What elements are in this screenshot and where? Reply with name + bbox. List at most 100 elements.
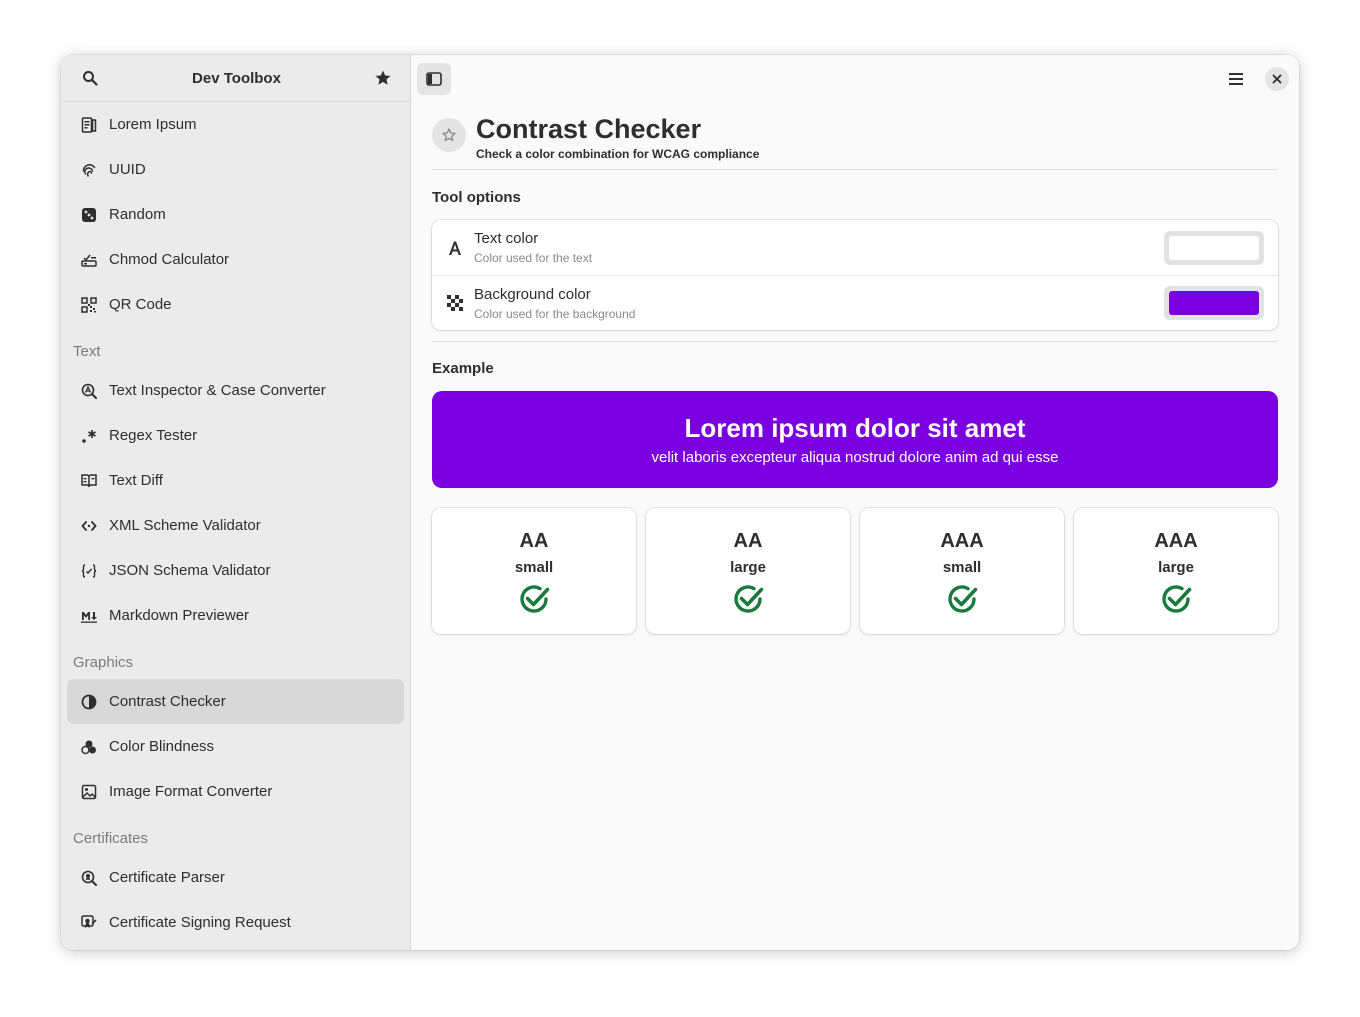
wcag-result-card: AA small: [432, 508, 636, 634]
favorite-tool-button[interactable]: [432, 118, 466, 152]
check-circle-icon: [517, 582, 551, 616]
qr-code-icon: [80, 296, 98, 314]
star-icon: [375, 70, 391, 85]
background-color-swatch: [1169, 291, 1259, 315]
contrast-icon: [80, 693, 98, 711]
text-color-button[interactable]: [1164, 230, 1264, 265]
example-subtitle: velit laboris excepteur aliqua nostrud d…: [651, 449, 1059, 466]
page-subtitle: Check a color combination for WCAG compl…: [476, 147, 760, 161]
sidebar-item-color-blindness[interactable]: Color Blindness: [67, 724, 404, 769]
sidebar-list: Lorem Ipsum UUID Random Chmod Calculator QR …: [61, 102, 410, 945]
tool-options-card: Text color Color used for the text Backg…: [432, 220, 1278, 330]
wcag-text-size: large: [730, 559, 766, 576]
sidebar-item-label: JSON Schema Validator: [109, 562, 271, 579]
permissions-icon: [80, 251, 98, 269]
main-header: [411, 55, 1299, 102]
check-circle-icon: [1159, 582, 1193, 616]
sidebar-toggle-icon: [426, 71, 442, 86]
sidebar-item-label: Markdown Previewer: [109, 607, 250, 624]
sidebar-section-text: Text: [73, 343, 101, 360]
tool-content: Contrast Checker Check a color combinati…: [411, 102, 1299, 634]
background-color-subtitle: Color used for the background: [474, 306, 636, 321]
sidebar-item-markdown-previewer[interactable]: Markdown Previewer: [67, 593, 404, 638]
sidebar-item-label: Certificate Signing Request: [109, 914, 291, 931]
page-title: Contrast Checker: [476, 114, 702, 144]
sidebar-item-chmod-calculator[interactable]: Chmod Calculator: [67, 237, 404, 282]
fingerprint-icon: [80, 161, 98, 179]
close-window-button[interactable]: [1265, 66, 1289, 91]
sidebar-item-regex-tester[interactable]: Regex Tester: [67, 413, 404, 458]
sidebar-item-lorem-ipsum[interactable]: Lorem Ipsum: [67, 102, 404, 147]
sidebar-item-certificate-signing-request[interactable]: Certificate Signing Request: [67, 900, 404, 945]
sidebar-item-contrast-checker[interactable]: Contrast Checker: [67, 679, 404, 724]
sidebar-toggle-button[interactable]: [417, 62, 451, 95]
wcag-level: AAA: [1154, 530, 1198, 552]
color-circles-icon: [80, 738, 98, 756]
sidebar-item-label: Image Format Converter: [109, 783, 273, 800]
search-button[interactable]: [75, 63, 105, 93]
app-title: Dev Toolbox: [192, 69, 281, 87]
json-braces-icon: [80, 562, 98, 580]
main-pane: Contrast Checker Check a color combinati…: [411, 55, 1299, 950]
background-color-button[interactable]: [1164, 286, 1264, 320]
sidebar-item-text-inspector-case-converter[interactable]: Text Inspector & Case Converter: [67, 368, 404, 413]
wcag-result-card: AAA large: [1074, 508, 1278, 634]
sidebar-item-uuid[interactable]: UUID: [67, 147, 404, 192]
sidebar-item-label: Contrast Checker: [109, 693, 226, 710]
wcag-level: AA: [733, 530, 763, 552]
background-color-title: Background color: [474, 285, 591, 303]
text-color-swatch: [1169, 235, 1259, 260]
wcag-text-size: small: [514, 559, 554, 576]
sidebar-item-qr-code[interactable]: QR Code: [67, 282, 404, 327]
certificate-sign-icon: [80, 914, 98, 932]
example-label: Example: [432, 360, 494, 377]
text-color-row: Text color Color used for the text: [432, 220, 1278, 275]
text-search-icon: [80, 382, 98, 400]
book-diff-icon: [80, 472, 98, 490]
sidebar-item-label: XML Scheme Validator: [109, 517, 261, 534]
text-color-subtitle: Color used for the text: [474, 251, 593, 265]
main-menu-button[interactable]: [1221, 64, 1251, 94]
sidebar-section-graphics: Graphics: [73, 654, 134, 671]
sidebar-item-random[interactable]: Random: [67, 192, 404, 237]
sidebar-item-text-diff[interactable]: Text Diff: [67, 458, 404, 503]
star-outline-icon: [442, 128, 456, 142]
sidebar-item-label: QR Code: [109, 296, 172, 313]
sidebar-item-image-format-converter[interactable]: Image Format Converter: [67, 769, 404, 814]
divider: [432, 341, 1278, 342]
sidebar-item-certificate-parser[interactable]: Certificate Parser: [67, 855, 404, 900]
sidebar-item-label: Text Inspector & Case Converter: [109, 382, 326, 399]
wcag-text-size: small: [942, 559, 982, 576]
sidebar-item-label: Lorem Ipsum: [109, 116, 197, 133]
sidebar-item-label: UUID: [109, 161, 146, 178]
wcag-level: AA: [519, 530, 549, 552]
sidebar-item-label: Random: [109, 206, 166, 223]
document-text-icon: [80, 116, 98, 134]
wcag-result-card: AAA small: [860, 508, 1064, 634]
sidebar-item-label: Text Diff: [109, 472, 163, 489]
letter-a-icon: [446, 240, 464, 256]
close-icon: [1272, 74, 1282, 83]
markdown-icon: [80, 607, 98, 625]
tool-options-label: Tool options: [432, 189, 521, 206]
sidebar-header: Dev Toolbox: [61, 55, 410, 102]
dice-icon: [80, 206, 98, 224]
sidebar-item-label: Color Blindness: [109, 738, 215, 755]
favorites-button[interactable]: [368, 63, 398, 93]
wcag-text-size: large: [1158, 559, 1194, 576]
wcag-level: AAA: [940, 530, 984, 552]
example-preview: Lorem ipsum dolor sit amet velit laboris…: [432, 391, 1278, 488]
text-color-title: Text color: [474, 230, 539, 247]
hamburger-menu-icon: [1229, 72, 1243, 85]
example-title: Lorem ipsum dolor sit amet: [684, 413, 1026, 443]
wcag-result-card: AA large: [646, 508, 850, 634]
sidebar: Dev Toolbox Lorem Ipsum UUID Random Chmod C…: [61, 55, 411, 950]
sidebar-item-json-schema-validator[interactable]: JSON Schema Validator: [67, 548, 404, 593]
wcag-results: AA small AA large AAA small AAA large: [432, 508, 1278, 634]
sidebar-item-label: Regex Tester: [109, 427, 198, 444]
certificate-search-icon: [80, 869, 98, 887]
tool-header: Contrast Checker Check a color combinati…: [432, 102, 1278, 170]
sidebar-item-xml-scheme-validator[interactable]: XML Scheme Validator: [67, 503, 404, 548]
search-icon: [83, 71, 98, 86]
check-circle-icon: [731, 582, 765, 616]
